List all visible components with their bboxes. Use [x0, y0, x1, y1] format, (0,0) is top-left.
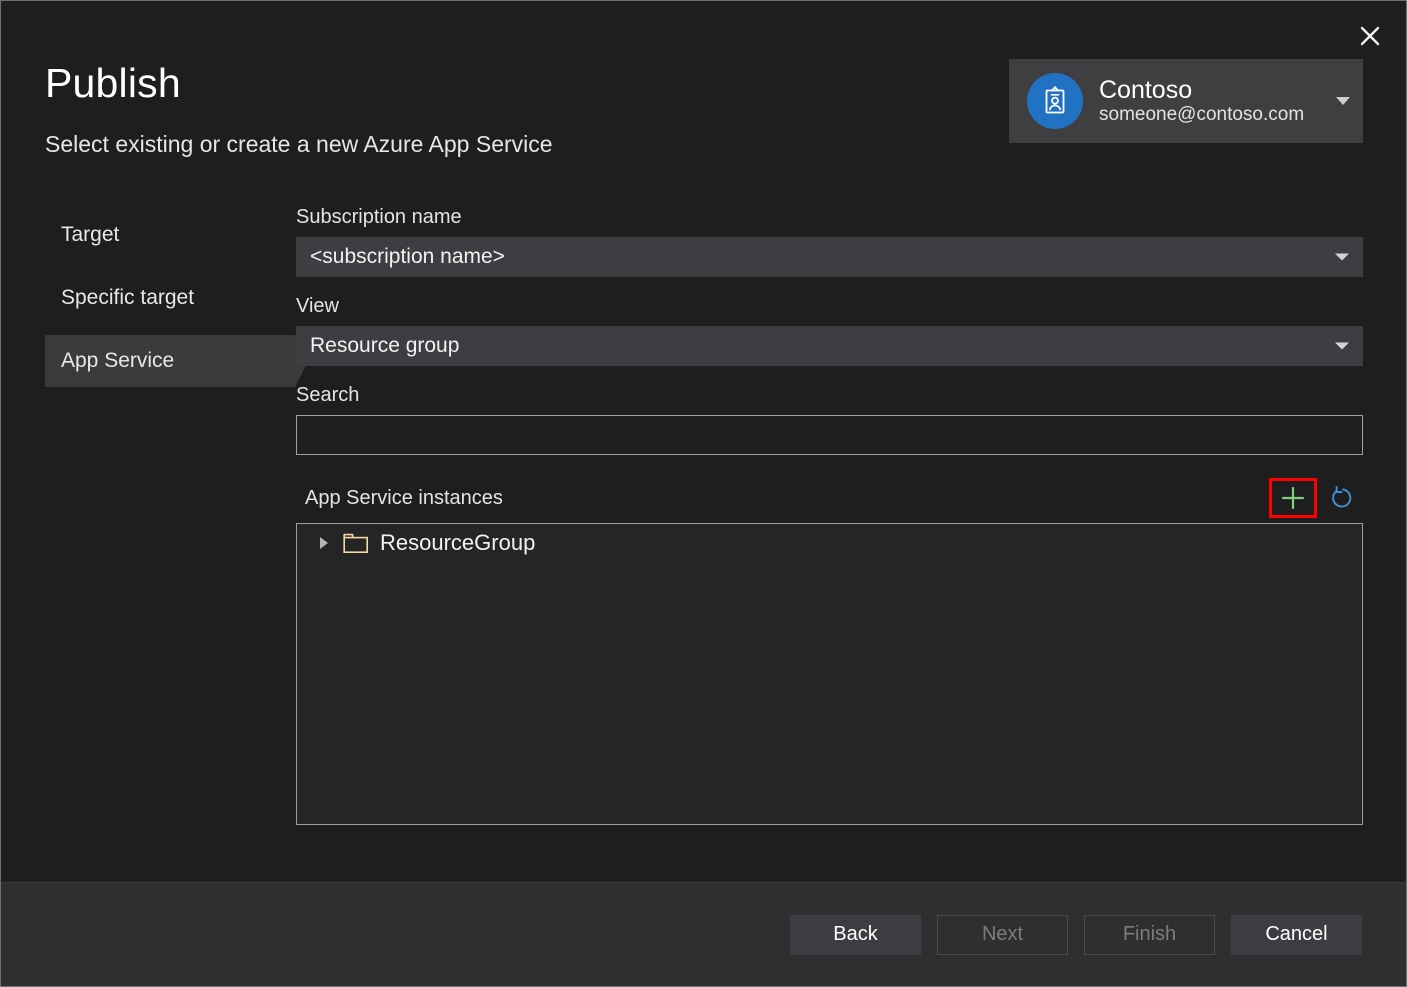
- subscription-name-value: <subscription name>: [310, 245, 505, 269]
- dialog-footer: Back Next Finish Cancel: [1, 882, 1406, 986]
- tree-row[interactable]: ResourceGroup: [297, 524, 1362, 562]
- view-value: Resource group: [310, 334, 459, 358]
- id-badge-icon: [1038, 84, 1072, 118]
- sidebar: Target Specific target App Service: [45, 209, 295, 398]
- plus-icon: [1280, 485, 1306, 511]
- page-title: Publish: [45, 63, 181, 104]
- publish-dialog: Publish Select existing or create a new …: [0, 0, 1407, 987]
- sidebar-item-specific-target[interactable]: Specific target: [45, 272, 295, 324]
- search-label: Search: [296, 385, 1363, 405]
- subscription-name-select[interactable]: <subscription name>: [296, 237, 1363, 277]
- sidebar-item-label: Specific target: [61, 286, 194, 310]
- back-button[interactable]: Back: [790, 915, 921, 955]
- app-service-instances-tree[interactable]: ResourceGroup: [296, 523, 1363, 825]
- view-select[interactable]: Resource group: [296, 326, 1363, 366]
- account-name: Contoso: [1099, 76, 1329, 104]
- account-card[interactable]: Contoso someone@contoso.com: [1009, 59, 1363, 143]
- account-text: Contoso someone@contoso.com: [1099, 76, 1329, 127]
- tree-item-label: ResourceGroup: [380, 530, 535, 556]
- folder-icon: [343, 533, 369, 554]
- publish-form: Subscription name <subscription name> Vi…: [296, 207, 1363, 825]
- account-dropdown-toggle[interactable]: [1329, 97, 1357, 106]
- subscription-name-label: Subscription name: [296, 207, 1363, 227]
- instances-header-row: App Service instances: [296, 475, 1363, 521]
- instances-actions: [1269, 478, 1363, 518]
- view-label: View: [296, 296, 1363, 316]
- account-email: someone@contoso.com: [1099, 104, 1329, 127]
- search-input[interactable]: [296, 415, 1363, 455]
- avatar: [1027, 73, 1083, 129]
- sidebar-item-app-service[interactable]: App Service: [45, 335, 295, 387]
- close-button[interactable]: [1352, 18, 1388, 54]
- sidebar-item-label: Target: [61, 223, 119, 247]
- refresh-icon: [1329, 484, 1357, 512]
- sidebar-item-label: App Service: [61, 349, 174, 373]
- app-service-instances-label: App Service instances: [296, 487, 503, 510]
- finish-button: Finish: [1084, 915, 1215, 955]
- chevron-right-icon[interactable]: [315, 537, 333, 549]
- cancel-button[interactable]: Cancel: [1231, 915, 1362, 955]
- chevron-down-icon: [1336, 97, 1350, 106]
- chevron-down-icon: [1335, 343, 1349, 350]
- add-instance-button[interactable]: [1269, 478, 1317, 518]
- close-icon: [1359, 25, 1381, 47]
- page-subtitle: Select existing or create a new Azure Ap…: [45, 131, 553, 159]
- sidebar-item-target[interactable]: Target: [45, 209, 295, 261]
- next-button: Next: [937, 915, 1068, 955]
- chevron-down-icon: [1335, 254, 1349, 261]
- refresh-button[interactable]: [1323, 478, 1363, 518]
